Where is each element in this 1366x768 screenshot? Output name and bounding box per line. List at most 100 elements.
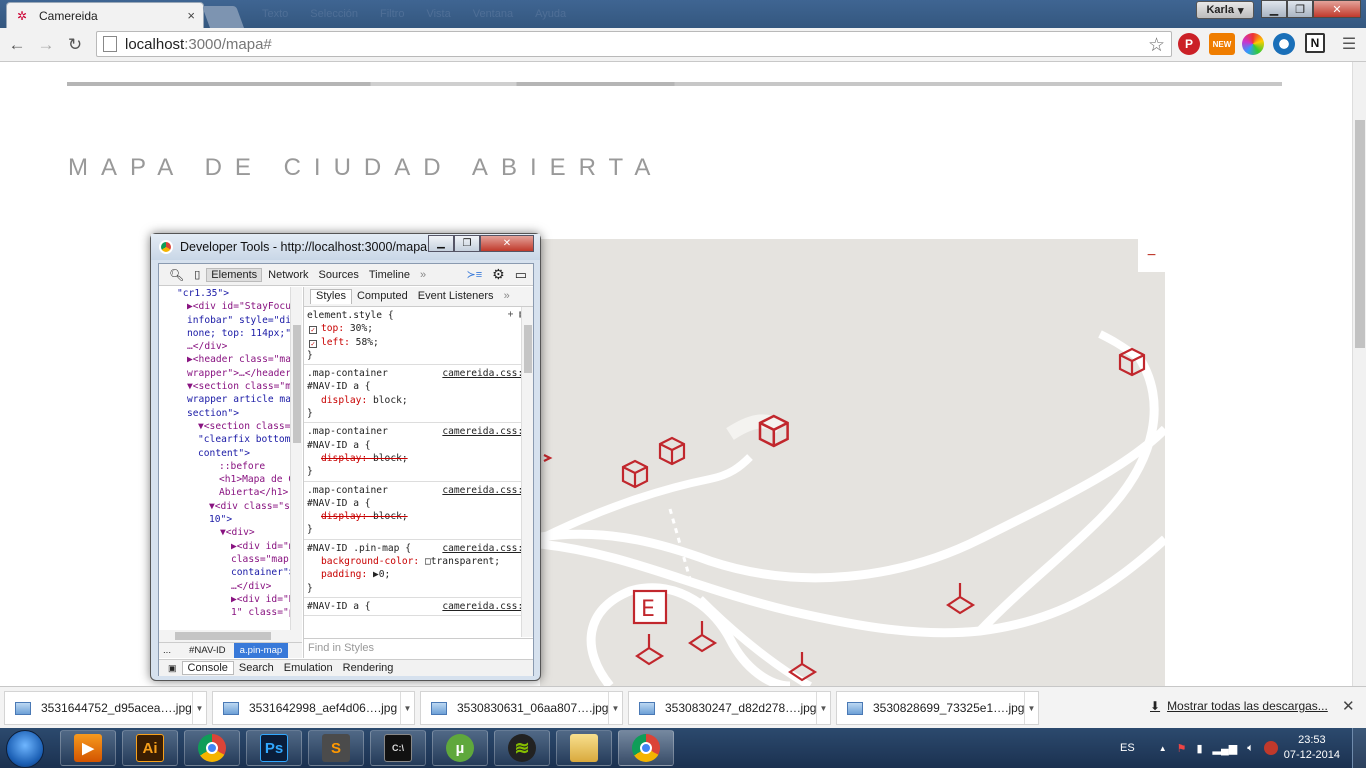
tab-rendering[interactable]: Rendering bbox=[338, 662, 399, 674]
dom-line[interactable]: ▼<section class=" bbox=[159, 420, 302, 433]
new-tab-button[interactable] bbox=[201, 6, 245, 28]
dom-line[interactable]: ▶<header class="main- bbox=[159, 353, 302, 366]
drawer-close-icon[interactable]: ▣ bbox=[163, 663, 182, 674]
close-downloads-icon[interactable]: ✕ bbox=[1342, 697, 1355, 715]
tab-event-listeners[interactable]: Event Listeners bbox=[413, 290, 499, 303]
taskbar-explorer[interactable] bbox=[556, 730, 612, 766]
more-tabs-icon[interactable]: » bbox=[499, 290, 515, 303]
dom-line[interactable]: …</div> bbox=[159, 580, 302, 593]
taskbar-spotify[interactable]: ≋ bbox=[494, 730, 550, 766]
taskbar-photoshop[interactable]: Ps bbox=[246, 730, 302, 766]
css-source-link[interactable]: camereida.css:1 bbox=[442, 367, 529, 380]
chevron-down-icon[interactable]: ▼ bbox=[400, 692, 414, 724]
breadcrumb-item-current[interactable]: a.pin-map bbox=[233, 643, 289, 658]
taskbar-sublime[interactable]: S bbox=[308, 730, 364, 766]
breadcrumb-item[interactable]: ... bbox=[159, 645, 175, 656]
color-picker-extension-icon[interactable] bbox=[1242, 33, 1264, 55]
elements-tree[interactable]: "cr1.35"> ▶<div id="StayFocusd- infobar"… bbox=[159, 287, 302, 630]
device-icon[interactable]: ▮ bbox=[1196, 742, 1202, 755]
show-desktop-button[interactable] bbox=[1352, 728, 1366, 768]
map-canvas[interactable]: E bbox=[540, 239, 1165, 686]
reload-icon[interactable]: ↻ bbox=[64, 35, 86, 55]
dom-line[interactable]: …</div> bbox=[159, 340, 302, 353]
styles-scrollbar[interactable] bbox=[521, 307, 533, 637]
find-in-styles-input[interactable]: Find in Styles bbox=[304, 638, 533, 658]
css-property[interactable]: background-color: □transparent; bbox=[307, 555, 529, 568]
dom-line[interactable]: ▼<div class="span- bbox=[159, 500, 302, 513]
volume-icon[interactable]: 🔈︎ bbox=[1247, 742, 1254, 755]
devtools-titlebar[interactable]: Developer Tools - http://localhost:3000/… bbox=[151, 234, 540, 260]
clock[interactable]: 23:53 07-12-2014 bbox=[1284, 733, 1340, 763]
maximize-button[interactable]: ❐ bbox=[1287, 0, 1313, 18]
forward-icon[interactable]: → bbox=[35, 35, 57, 55]
dom-line[interactable]: ▶<div id="map" bbox=[159, 540, 302, 553]
css-property[interactable]: display: block; bbox=[307, 394, 529, 407]
download-item[interactable]: 3530830247_d82d278….jpg ▼ bbox=[628, 691, 831, 725]
close-window-button[interactable]: ✕ bbox=[1313, 0, 1361, 18]
dom-line[interactable]: 1" class="pin"> bbox=[159, 606, 302, 619]
devtools-minimize-button[interactable]: ▁ bbox=[428, 235, 454, 252]
download-item[interactable]: 3531644752_d95acea….jpg ▼ bbox=[4, 691, 207, 725]
checkbox-icon[interactable]: ✓ bbox=[309, 326, 317, 335]
dom-line[interactable]: "cr1.35"> bbox=[159, 287, 302, 300]
dom-line[interactable]: "clearfix bottom- bbox=[159, 433, 302, 446]
chevron-down-icon[interactable]: ▼ bbox=[608, 692, 622, 724]
css-property[interactable]: display: block; bbox=[307, 510, 529, 523]
dom-line[interactable]: Abierta</h1> bbox=[159, 486, 302, 499]
chevron-down-icon[interactable]: ▼ bbox=[192, 692, 206, 724]
css-rule[interactable]: #NAV-ID .pin-map {camereida.css:1 backgro… bbox=[304, 540, 533, 598]
css-property[interactable]: ✓ left: 58%; bbox=[307, 336, 529, 349]
dom-line[interactable]: class="map- bbox=[159, 553, 302, 566]
tab-console[interactable]: Console bbox=[181, 661, 234, 675]
css-source-link[interactable]: camereida.css:1 bbox=[442, 484, 529, 497]
tab-network[interactable]: Network bbox=[264, 269, 312, 281]
devtools-close-button[interactable]: ✕ bbox=[480, 235, 534, 252]
stayfocusd-extension-icon[interactable] bbox=[1273, 33, 1295, 55]
taskbar-illustrator[interactable]: Ai bbox=[122, 730, 178, 766]
console-drawer-icon[interactable]: ≻≡ bbox=[463, 268, 487, 281]
mcafee-icon[interactable] bbox=[1263, 741, 1278, 755]
tab-emulation[interactable]: Emulation bbox=[279, 662, 338, 674]
taskbar-utorrent[interactable]: µ bbox=[432, 730, 488, 766]
pinterest-extension-icon[interactable]: P bbox=[1178, 33, 1200, 55]
css-property[interactable]: display: block; bbox=[307, 452, 529, 465]
map-zoom-out-button[interactable]: − bbox=[1138, 239, 1165, 272]
tab-sources[interactable]: Sources bbox=[315, 269, 363, 281]
dom-line[interactable]: wrapper">…</header> bbox=[159, 367, 302, 380]
taskbar-cmd[interactable]: C:\ bbox=[370, 730, 426, 766]
flag-icon[interactable]: ⚑ bbox=[1177, 742, 1187, 755]
elements-scrollbar[interactable] bbox=[290, 287, 302, 630]
scrollbar-thumb[interactable] bbox=[1355, 120, 1365, 348]
css-source-link[interactable]: camereida.css:1 bbox=[442, 425, 529, 438]
dom-line[interactable]: infobar" style="display: bbox=[159, 314, 302, 327]
tray-expand-icon[interactable]: ▲ bbox=[1159, 744, 1167, 753]
start-button[interactable] bbox=[6, 730, 44, 768]
css-rule[interactable]: .map-container #NAV-ID a {camereida.css:… bbox=[304, 423, 533, 482]
breadcrumb-item[interactable]: #NAV-ID bbox=[185, 645, 230, 656]
css-source-link[interactable]: camereida.css:1 bbox=[442, 542, 529, 555]
dom-line[interactable]: content"> bbox=[159, 447, 302, 460]
menu-icon[interactable]: ☰ bbox=[1338, 35, 1360, 55]
elements-hscrollbar[interactable] bbox=[159, 630, 302, 642]
taskbar-media-player[interactable]: ▶ bbox=[60, 730, 116, 766]
dom-line[interactable]: <h1>Mapa de Ciudad bbox=[159, 473, 302, 486]
download-item[interactable]: 3530828699_73325e1….jpg ▼ bbox=[836, 691, 1039, 725]
dom-line[interactable]: ▼<section class="main- bbox=[159, 380, 302, 393]
devtools-window[interactable]: Developer Tools - http://localhost:3000/… bbox=[150, 233, 541, 681]
tab-computed[interactable]: Computed bbox=[352, 290, 413, 303]
dom-line[interactable]: ▶<div id="NAV-ID- bbox=[159, 593, 302, 606]
tab-elements[interactable]: Elements bbox=[206, 267, 263, 282]
tab-search[interactable]: Search bbox=[234, 662, 279, 674]
taskbar-chrome[interactable] bbox=[184, 730, 240, 766]
css-rule[interactable]: .map-container #NAV-ID a {camereida.css:… bbox=[304, 482, 533, 540]
css-source-link[interactable]: camereida.css:1 bbox=[442, 600, 529, 613]
inspect-search-icon[interactable]: 🔍︎ bbox=[165, 268, 188, 282]
new-extension-icon[interactable]: NEW bbox=[1209, 33, 1235, 55]
dock-icon[interactable]: ▭ bbox=[511, 267, 531, 283]
address-bar[interactable]: localhost:3000/mapa# ☆ bbox=[96, 31, 1172, 57]
minimize-button[interactable]: ▁ bbox=[1261, 0, 1287, 18]
chevron-down-icon[interactable]: ▼ bbox=[1024, 692, 1038, 724]
device-mode-icon[interactable]: ▯ bbox=[190, 268, 204, 281]
dom-line[interactable]: ▶<div id="StayFocusd- bbox=[159, 300, 302, 313]
css-property[interactable]: ✓ top: 30%; bbox=[307, 322, 529, 335]
